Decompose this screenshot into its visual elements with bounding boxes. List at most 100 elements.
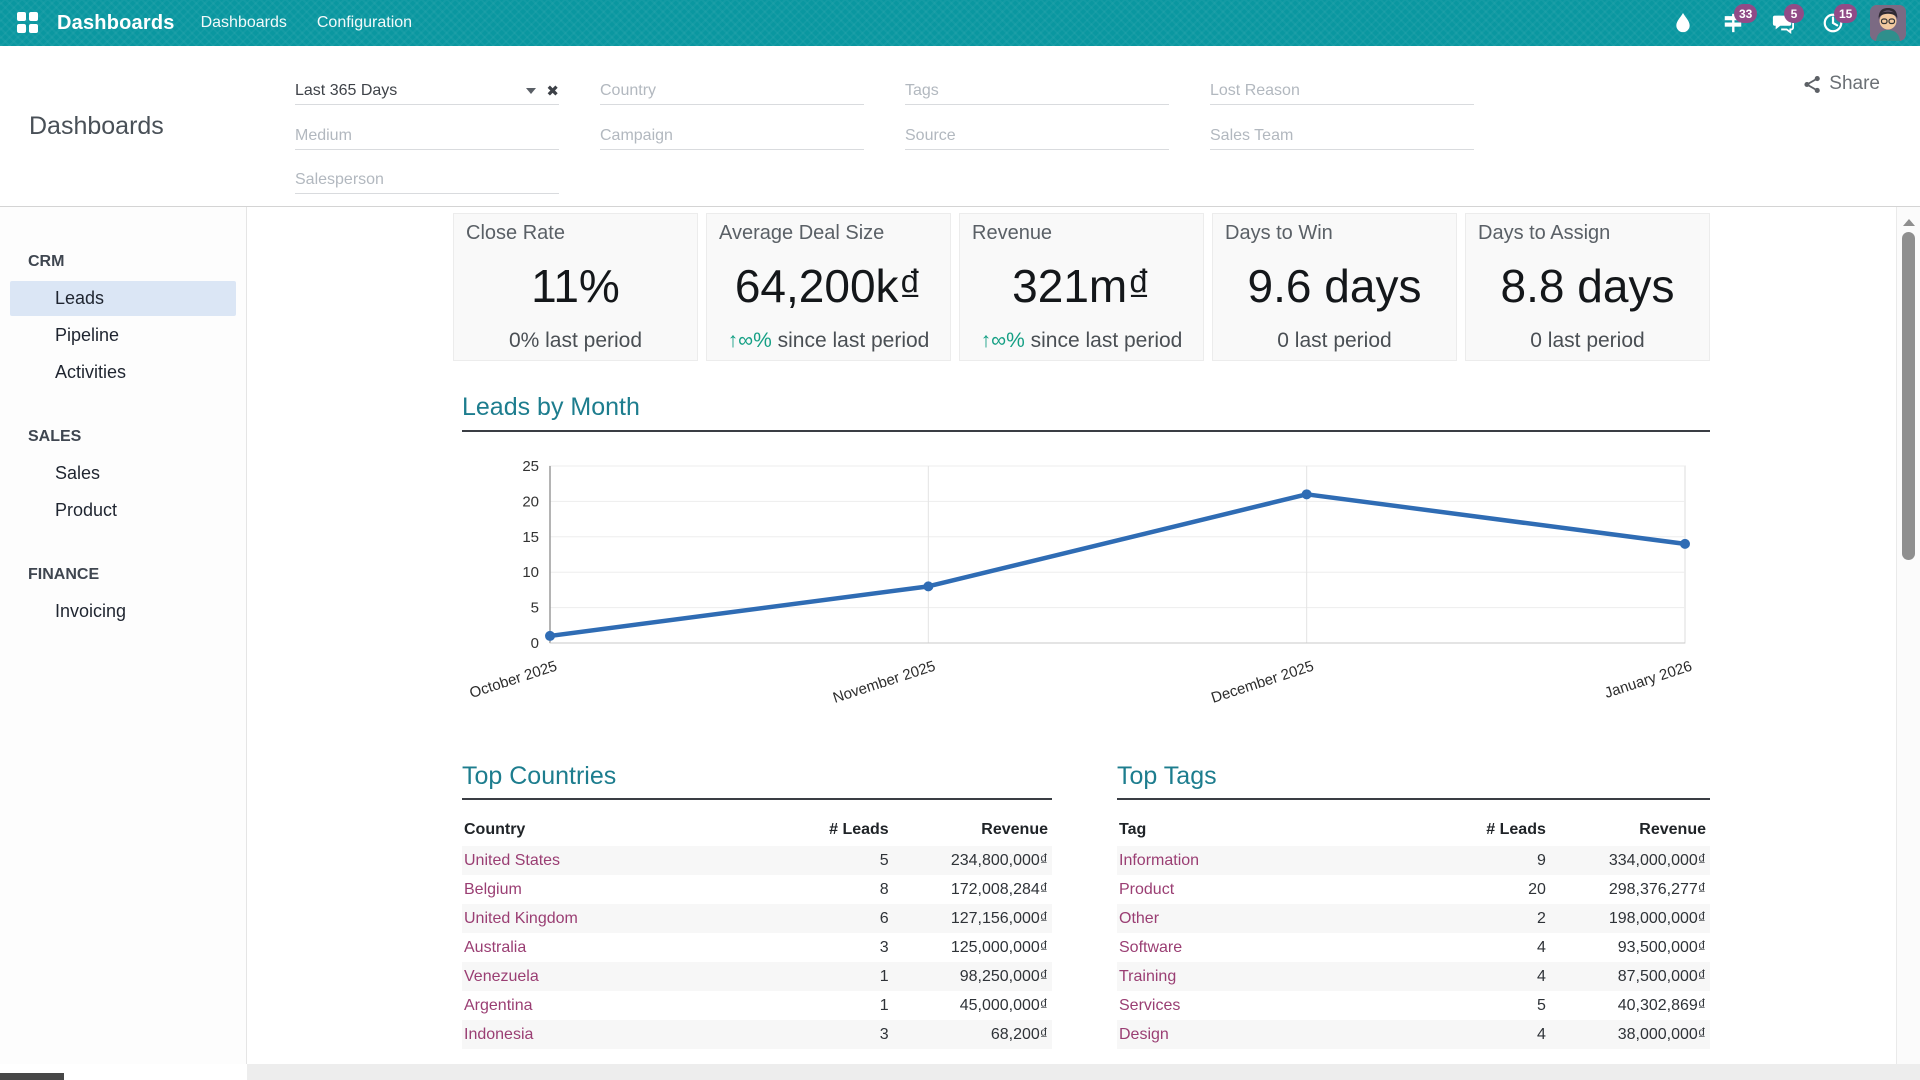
share-label: Share (1829, 73, 1880, 95)
scroll-up-arrow-icon[interactable] (1903, 219, 1915, 226)
table-row: United States5234,800,000₫ (462, 846, 1052, 875)
source-filter-input[interactable] (905, 123, 1169, 149)
row-label-link[interactable]: Belgium (462, 875, 787, 904)
table-row: Information9334,000,000₫ (1117, 846, 1710, 875)
salesperson-filter-input[interactable] (295, 167, 559, 193)
sidebar-item-invoicing[interactable]: Invoicing (10, 594, 236, 629)
table-row: Argentina145,000,000₫ (462, 991, 1052, 1020)
top-countries-title: Top Countries (462, 762, 1052, 800)
vertical-scrollbar-thumb[interactable] (1902, 232, 1915, 560)
page-title: Dashboards (29, 112, 164, 141)
kpi-sub-text: 0% last period (509, 329, 642, 352)
share-button[interactable]: Share (1803, 73, 1880, 95)
row-value: 20 (1443, 875, 1550, 904)
top-tags-section: Top Tags Tag # Leads Revenue Information… (1117, 762, 1710, 1049)
sidebar-section-label: SALES (0, 420, 246, 454)
sidebar-item-pipeline[interactable]: Pipeline (10, 318, 236, 353)
row-label-link[interactable]: Australia (462, 933, 787, 962)
sales-team-filter (1210, 123, 1474, 150)
kpi-title: Revenue (972, 222, 1191, 245)
row-value: 68,200₫ (893, 1020, 1052, 1049)
campaign-filter-input[interactable] (600, 123, 864, 149)
message-board-icon[interactable]: 33 (1720, 10, 1746, 36)
user-avatar[interactable] (1870, 5, 1906, 41)
kpi-subtitle: 0 last period (1478, 329, 1697, 353)
medium-filter (295, 123, 559, 150)
menu-dashboards[interactable]: Dashboards (201, 14, 287, 32)
row-value: 40,302,869₫ (1550, 991, 1710, 1020)
kpi-sub-text: since last period (772, 329, 930, 352)
app-title: Dashboards (57, 12, 175, 35)
droplet-icon[interactable] (1670, 10, 1696, 36)
clear-filter-icon[interactable]: ✖ (546, 82, 559, 100)
sidebar-section-finance: FINANCE Invoicing (0, 558, 246, 629)
medium-filter-input[interactable] (295, 123, 559, 149)
apps-grid-icon[interactable] (17, 12, 39, 34)
table-header-row: Country # Leads Revenue (462, 816, 1052, 846)
table-header-row: Tag # Leads Revenue (1117, 816, 1710, 846)
row-value: 5 (787, 846, 893, 875)
kpi-days-to-assign: Days to Assign 8.8 days 0 last period (1465, 213, 1710, 361)
sidebar-section-label: CRM (0, 245, 246, 279)
kpi-delta: ↑∞% (981, 329, 1025, 352)
row-value: 87,500,000₫ (1550, 962, 1710, 991)
chat-bubbles-icon[interactable]: 5 (1770, 10, 1796, 36)
top-tags-table: Tag # Leads Revenue Information9334,000,… (1117, 816, 1710, 1049)
row-label-link[interactable]: Venezuela (462, 962, 787, 991)
top-countries-table: Country # Leads Revenue United States523… (462, 816, 1052, 1049)
row-value: 98,250,000₫ (893, 962, 1052, 991)
kpi-value: 8.8 days (1478, 259, 1697, 313)
message-board-badge: 33 (1734, 4, 1757, 23)
row-label-link[interactable]: United States (462, 846, 787, 875)
vertical-scrollbar[interactable] (1896, 207, 1920, 1064)
tags-filter-input[interactable] (905, 78, 1169, 104)
row-label-link[interactable]: Information (1117, 846, 1443, 875)
date-filter-facet[interactable]: Last 365 Days ✖ (295, 78, 559, 105)
kpi-value: 64,200k₫ (719, 259, 938, 313)
horizontal-scrollbar-track[interactable] (247, 1064, 1920, 1080)
chat-badge: 5 (1784, 4, 1804, 23)
lost-reason-filter-input[interactable] (1210, 78, 1474, 104)
row-label-link[interactable]: Product (1117, 875, 1443, 904)
horizontal-scrollbar-thumb[interactable] (0, 1073, 64, 1080)
row-label-link[interactable]: Training (1117, 962, 1443, 991)
row-label-link[interactable]: Indonesia (462, 1020, 787, 1049)
row-label-link[interactable]: Design (1117, 1020, 1443, 1049)
country-filter-input[interactable] (600, 78, 864, 104)
caret-down-icon[interactable] (526, 88, 536, 94)
kpi-average-deal-size: Average Deal Size 64,200k₫ ↑∞% since las… (706, 213, 951, 361)
navbar-systray: 33 5 15 (1670, 5, 1920, 41)
menu-configuration[interactable]: Configuration (317, 14, 412, 32)
row-label-link[interactable]: Software (1117, 933, 1443, 962)
table-row: Indonesia368,200₫ (462, 1020, 1052, 1049)
table-row: Other2198,000,000₫ (1117, 904, 1710, 933)
svg-text:10: 10 (522, 564, 539, 581)
sales-team-filter-input[interactable] (1210, 123, 1474, 149)
control-panel: Dashboards Last 365 Days ✖ (0, 46, 1920, 207)
kpi-sub-text: 0 last period (1277, 329, 1391, 352)
row-label-link[interactable]: Services (1117, 991, 1443, 1020)
sidebar-section-crm: CRM Leads Pipeline Activities (0, 245, 246, 390)
svg-text:December 2025: December 2025 (1209, 658, 1316, 707)
row-label-link[interactable]: Argentina (462, 991, 787, 1020)
activity-clock-icon[interactable]: 15 (1820, 10, 1846, 36)
tags-filter (905, 78, 1169, 105)
row-label-link[interactable]: United Kingdom (462, 904, 787, 933)
row-value: 198,000,000₫ (1550, 904, 1710, 933)
sidebar-item-product[interactable]: Product (10, 493, 236, 528)
date-filter-value[interactable]: Last 365 Days (295, 82, 526, 100)
sidebar-item-sales[interactable]: Sales (10, 456, 236, 491)
row-value: 4 (1443, 933, 1550, 962)
kpi-row: Close Rate 11% 0% last period Average De… (453, 213, 1710, 361)
kpi-subtitle: ↑∞% since last period (719, 329, 938, 353)
sidebar-item-leads[interactable]: Leads (10, 281, 236, 316)
dashboard-content: Close Rate 11% 0% last period Average De… (247, 207, 1896, 1064)
kpi-value: 321m₫ (972, 259, 1191, 313)
kpi-sub-text: since last period (1025, 329, 1183, 352)
leads-by-month-section: Leads by Month (462, 393, 1710, 432)
lost-reason-filter (1210, 78, 1474, 105)
row-label-link[interactable]: Other (1117, 904, 1443, 933)
col-country: Country (462, 816, 787, 846)
kpi-days-to-win: Days to Win 9.6 days 0 last period (1212, 213, 1457, 361)
sidebar-item-activities[interactable]: Activities (10, 355, 236, 390)
